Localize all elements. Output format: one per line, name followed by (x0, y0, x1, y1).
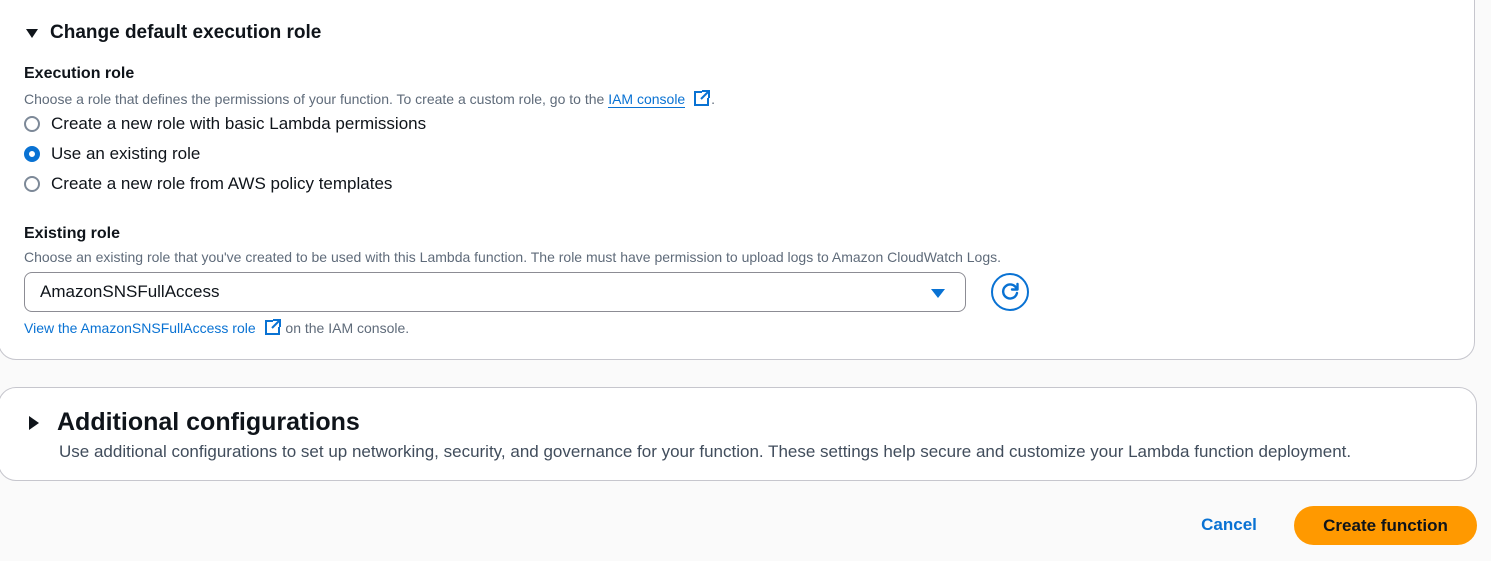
create-function-button[interactable]: Create function (1294, 506, 1477, 545)
radio-option-label: Create a new role with basic Lambda perm… (51, 114, 427, 133)
radio-button-checked[interactable] (24, 146, 40, 162)
existing-role-select[interactable]: AmazonSNSFullAccess (24, 272, 966, 312)
iam-console-link[interactable]: IAM console (608, 91, 686, 108)
radio-button-unchecked[interactable] (24, 116, 40, 132)
cancel-button[interactable]: Cancel (1180, 507, 1278, 543)
permissions-card: Change default execution role Execution … (0, 0, 1475, 360)
additional-configurations-toggle[interactable]: Additional configurations (29, 408, 360, 437)
caret-right-icon (29, 415, 39, 430)
refresh-roles-button[interactable] (991, 273, 1029, 311)
execution-role-desc-suffix: . (711, 91, 716, 107)
caret-down-icon (26, 28, 38, 38)
change-execution-role-toggle[interactable]: Change default execution role (26, 22, 321, 44)
radio-option-new-basic-role[interactable]: Create a new role with basic Lambda perm… (24, 114, 426, 134)
radio-option-label: Use an existing role (51, 144, 201, 163)
section-header-label: Change default execution role (50, 22, 322, 43)
lambda-create-function-page: Change default execution role Execution … (0, 0, 1491, 561)
execution-role-label: Execution role (24, 65, 135, 82)
external-link-icon[interactable] (264, 318, 282, 336)
existing-role-description: Choose an existing role that you've crea… (24, 249, 1002, 265)
existing-role-label: Existing role (24, 225, 121, 242)
view-role-link[interactable]: View the AmazonSNSFullAccess role (24, 320, 256, 336)
additional-configurations-card: Additional configurations Use additional… (0, 387, 1477, 481)
refresh-icon (1002, 282, 1019, 300)
execution-role-desc-prefix: Choose a role that defines the permissio… (24, 91, 605, 107)
view-role-suffix: on the IAM console. (285, 320, 410, 336)
external-link-icon[interactable] (693, 89, 711, 107)
radio-option-existing-role[interactable]: Use an existing role (24, 144, 200, 164)
existing-role-selected-value: AmazonSNSFullAccess (40, 282, 220, 301)
view-role-line: View the AmazonSNSFullAccess role on the… (24, 318, 409, 336)
dropdown-triangle-icon (931, 289, 945, 298)
additional-configurations-description: Use additional configurations to set up … (59, 442, 1352, 461)
radio-button-unchecked[interactable] (24, 176, 40, 192)
execution-role-description: Choose a role that defines the permissio… (24, 89, 716, 108)
radio-option-label: Create a new role from AWS policy templa… (51, 174, 393, 193)
additional-configurations-title: Additional configurations (57, 408, 360, 436)
radio-option-policy-templates[interactable]: Create a new role from AWS policy templa… (24, 174, 392, 194)
